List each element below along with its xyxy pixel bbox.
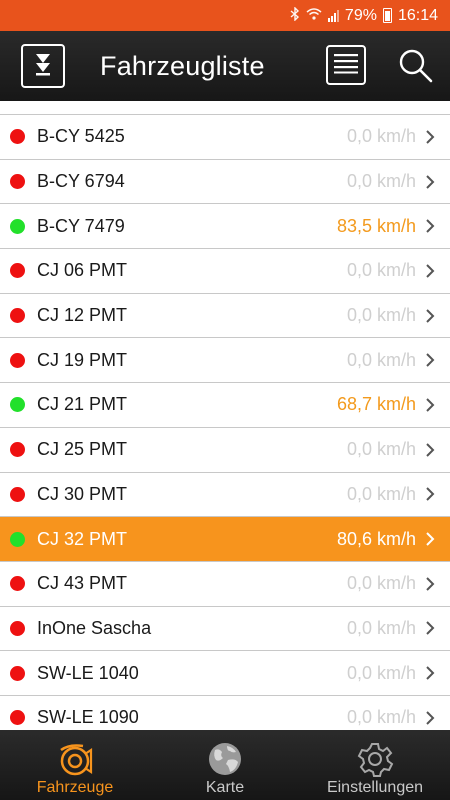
gear-icon bbox=[355, 740, 395, 780]
chevron-right-icon bbox=[422, 620, 438, 636]
search-button[interactable] bbox=[398, 48, 434, 84]
vehicle-speed: 0,0 km/h bbox=[346, 126, 416, 147]
vehicle-name: SW-LE 1090 bbox=[37, 707, 139, 728]
chevron-right-icon bbox=[422, 710, 438, 726]
vehicle-row[interactable]: B-CY 7479 83,5 km/h bbox=[0, 204, 450, 250]
chevron-right-icon bbox=[422, 263, 438, 279]
vehicle-name: SW-LE 1040 bbox=[37, 662, 139, 683]
menu-button[interactable] bbox=[326, 45, 366, 85]
chevron-right-icon bbox=[422, 174, 438, 190]
vehicle-name: B-CY 5425 bbox=[37, 126, 125, 147]
vehicle-speed: 0,0 km/h bbox=[346, 260, 416, 281]
battery-percent: 79% bbox=[344, 6, 377, 24]
chevron-right-icon bbox=[422, 218, 438, 234]
vehicle-row[interactable]: B-CY 6794 0,0 km/h bbox=[0, 159, 450, 205]
wifi-icon bbox=[306, 8, 322, 23]
vehicle-speed: 0,0 km/h bbox=[346, 171, 416, 192]
download-button[interactable] bbox=[21, 44, 65, 88]
app-bar: Fahrzeugliste bbox=[0, 31, 450, 101]
vehicle-name: CJ 43 PMT bbox=[37, 573, 128, 594]
tab-einstellungen-label: Einstellungen bbox=[326, 779, 424, 796]
status-dot bbox=[10, 218, 25, 234]
vehicle-speed: 0,0 km/h bbox=[346, 617, 416, 638]
vehicle-speed: 0,0 km/h bbox=[346, 305, 416, 326]
vehicle-speed: 0,0 km/h bbox=[346, 662, 416, 683]
vehicle-name: B-CY 7479 bbox=[37, 215, 125, 236]
vehicle-speed: 0,0 km/h bbox=[346, 483, 416, 504]
status-dot bbox=[10, 576, 25, 592]
vehicle-row[interactable]: CJ 19 PMT 0,0 km/h bbox=[0, 338, 450, 384]
chevron-right-icon bbox=[422, 665, 438, 681]
chevron-right-icon bbox=[422, 576, 438, 592]
chevron-right-icon bbox=[422, 442, 438, 458]
vehicle-name: CJ 06 PMT bbox=[37, 260, 128, 281]
status-dot bbox=[10, 174, 25, 190]
bottom-navigation: Fahrzeuge Karte Einstellungen bbox=[0, 730, 450, 800]
status-dot bbox=[10, 308, 25, 324]
battery-icon bbox=[382, 8, 392, 23]
vehicle-speed: 0,0 km/h bbox=[346, 573, 416, 594]
status-dot bbox=[10, 129, 25, 145]
vehicle-speed: 0,0 km/h bbox=[346, 707, 416, 728]
vehicle-speed: 80,6 km/h bbox=[336, 528, 416, 549]
vehicle-speed: 83,5 km/h bbox=[336, 215, 416, 236]
vehicle-row[interactable]: CJ 43 PMT 0,0 km/h bbox=[0, 561, 450, 607]
vehicle-row[interactable]: SW-LE 1040 0,0 km/h bbox=[0, 651, 450, 696]
chevron-right-icon bbox=[422, 308, 438, 324]
status-dot bbox=[10, 665, 25, 681]
tab-einstellungen[interactable]: Einstellungen bbox=[300, 730, 450, 800]
vehicle-list[interactable]: B-CY 5425 0,0 km/h B-CY 6794 0,0 km/h B-CY 7… bbox=[0, 101, 450, 730]
page-title: Fahrzeugliste bbox=[100, 51, 265, 81]
double-arrow-down-icon bbox=[34, 51, 52, 82]
status-dot bbox=[10, 710, 25, 726]
status-dot bbox=[10, 352, 25, 368]
horn-icon bbox=[55, 740, 95, 780]
status-dot bbox=[10, 531, 25, 547]
chevron-right-icon bbox=[422, 531, 438, 547]
status-dot bbox=[10, 620, 25, 636]
vehicle-row[interactable]: CJ 12 PMT 0,0 km/h bbox=[0, 293, 450, 339]
vehicle-name: CJ 21 PMT bbox=[37, 394, 128, 415]
vehicle-row[interactable]: CJ 06 PMT 0,0 km/h bbox=[0, 249, 450, 294]
bluetooth-icon bbox=[290, 6, 300, 24]
tab-fahrzeuge[interactable]: Fahrzeuge bbox=[0, 730, 150, 800]
vehicle-name: CJ 19 PMT bbox=[37, 349, 128, 370]
list-top-divider bbox=[0, 101, 450, 115]
vehicle-row[interactable]: CJ 25 PMT 0,0 km/h bbox=[0, 427, 450, 473]
chevron-right-icon bbox=[422, 129, 438, 145]
status-dot bbox=[10, 442, 25, 458]
vehicle-speed: 0,0 km/h bbox=[346, 349, 416, 370]
vehicle-name: InOne Sascha bbox=[37, 617, 152, 638]
vehicle-name: CJ 32 PMT bbox=[37, 528, 128, 549]
tab-fahrzeuge-label: Fahrzeuge bbox=[36, 779, 114, 796]
clock: 16:14 bbox=[397, 6, 438, 24]
status-dot bbox=[10, 397, 25, 413]
status-dot bbox=[10, 263, 25, 279]
status-bar: 79% 16:14 bbox=[0, 0, 450, 31]
vehicle-name: CJ 12 PMT bbox=[37, 305, 128, 326]
vehicle-speed: 68,7 km/h bbox=[336, 394, 416, 415]
tab-karte[interactable]: Karte bbox=[150, 730, 300, 800]
status-dot bbox=[10, 486, 25, 502]
vehicle-name: CJ 30 PMT bbox=[37, 483, 128, 504]
vehicle-row[interactable]: CJ 32 PMT 80,6 km/h bbox=[0, 517, 450, 562]
vehicle-name: B-CY 6794 bbox=[37, 171, 125, 192]
vehicle-row[interactable]: InOne Sascha 0,0 km/h bbox=[0, 606, 450, 652]
vehicle-row[interactable]: B-CY 5425 0,0 km/h bbox=[0, 115, 450, 160]
chevron-right-icon bbox=[422, 397, 438, 413]
tab-karte-label: Karte bbox=[205, 779, 245, 796]
chevron-right-icon bbox=[422, 352, 438, 368]
hamburger-icon bbox=[333, 52, 359, 79]
vehicle-row[interactable]: CJ 30 PMT 0,0 km/h bbox=[0, 472, 450, 518]
vehicle-row[interactable]: CJ 21 PMT 68,7 km/h bbox=[0, 383, 450, 428]
vehicle-speed: 0,0 km/h bbox=[346, 439, 416, 460]
vehicle-row[interactable]: SW-LE 1090 0,0 km/h bbox=[0, 695, 450, 730]
globe-icon bbox=[205, 740, 245, 780]
chevron-right-icon bbox=[422, 486, 438, 502]
vehicle-name: CJ 25 PMT bbox=[37, 439, 128, 460]
signal-icon bbox=[327, 9, 339, 22]
search-icon bbox=[398, 49, 434, 88]
